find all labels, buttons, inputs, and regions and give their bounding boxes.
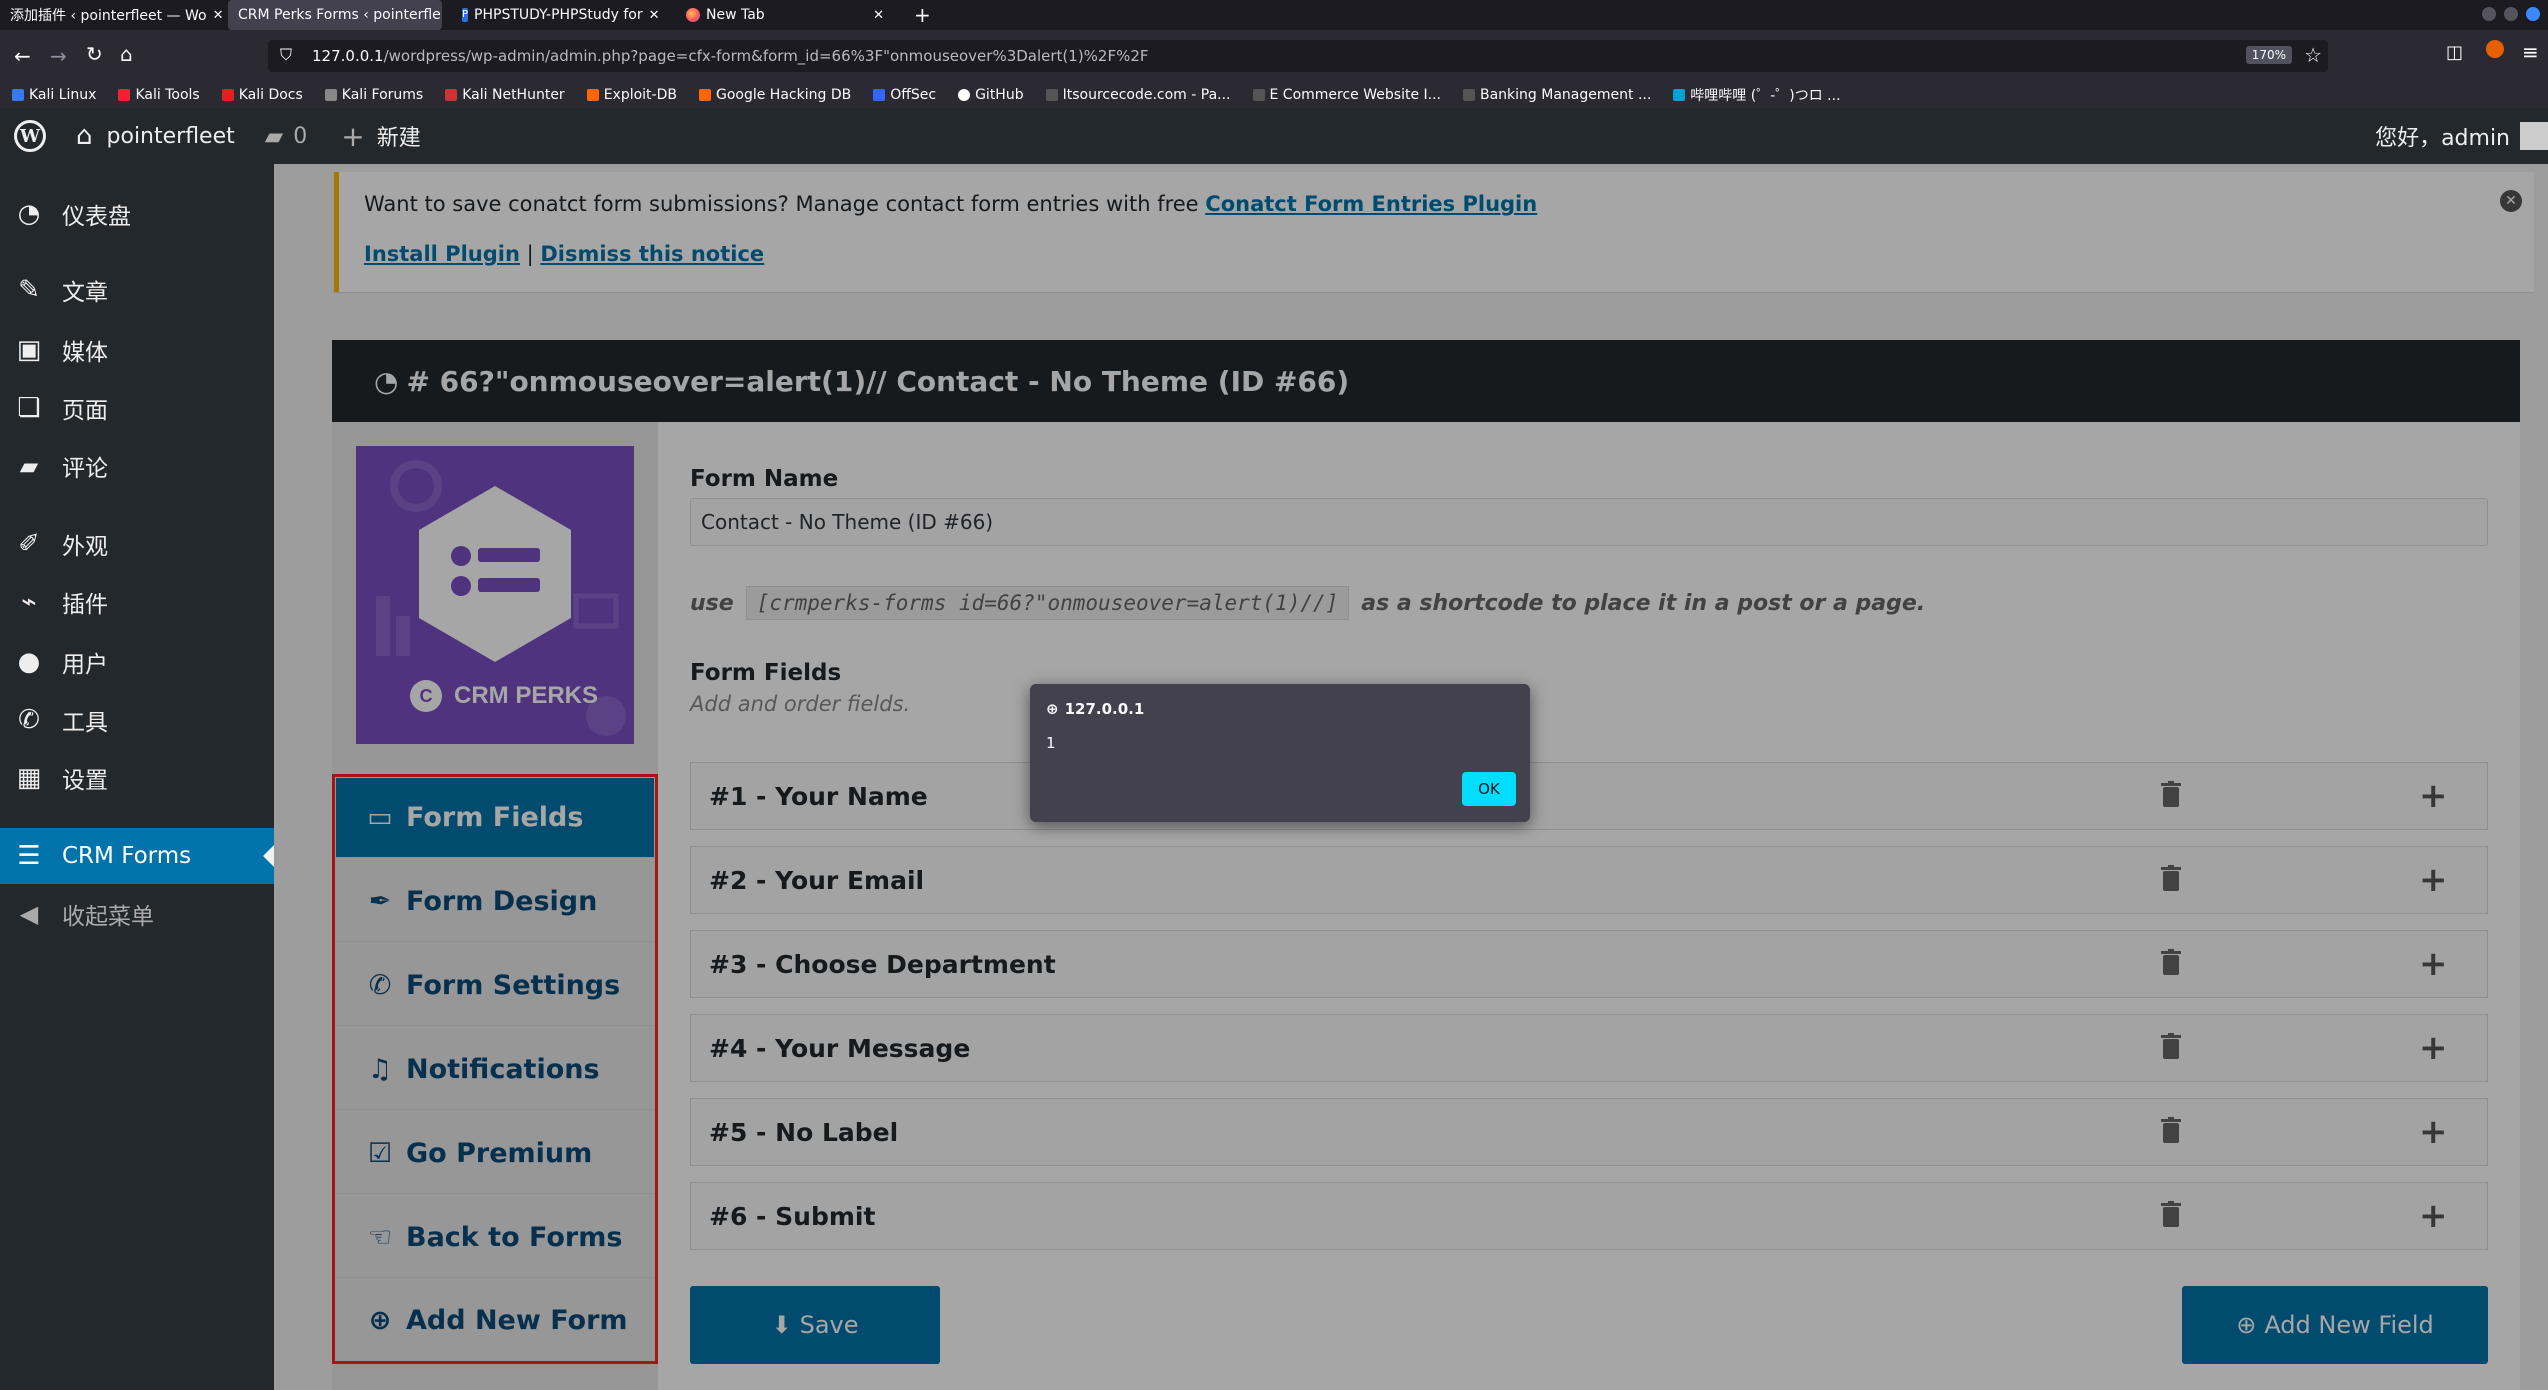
kali-forums-icon: [324, 89, 337, 101]
plus-icon[interactable]: +: [341, 120, 364, 153]
menu-icon[interactable]: ≡: [2522, 40, 2539, 64]
tab-title: New Tab: [706, 7, 765, 23]
sidebar-item-settings[interactable]: ▦ 设置: [0, 750, 274, 806]
exploit-db-icon: [586, 89, 599, 101]
kali-docs-icon: [221, 89, 234, 101]
pin-icon: ✎: [18, 275, 40, 305]
bookmark-item[interactable]: Kali NetHunter: [445, 87, 565, 103]
dashboard-icon: ◔: [17, 199, 41, 229]
close-icon[interactable]: ✕: [441, 8, 442, 23]
site-name[interactable]: pointerfleet: [107, 124, 235, 149]
sidebar-item-tools[interactable]: ✆ 工具: [0, 692, 274, 748]
back-icon[interactable]: ←: [14, 44, 31, 68]
maximize-icon[interactable]: [2504, 7, 2518, 21]
bookmark-item[interactable]: Kali Docs: [221, 87, 303, 103]
url-path: /wordpress/wp-admin/admin.php?page=cfx-f…: [383, 47, 1149, 65]
browser-tab-active[interactable]: CRM Perks Forms ‹ pointerfle ✕: [228, 0, 442, 30]
wrench-icon: ✆: [18, 705, 40, 735]
bookmark-star-icon[interactable]: ☆: [2304, 43, 2322, 67]
nethunter-icon: [445, 89, 458, 101]
window-controls: [2482, 7, 2540, 21]
comment-icon[interactable]: ▰: [265, 122, 283, 150]
sidebar-item-pages[interactable]: ❏ 页面: [0, 380, 274, 436]
sidebar-item-media[interactable]: ▣ 媒体: [0, 322, 274, 378]
pocket-icon[interactable]: ◫: [2446, 42, 2463, 63]
bookmark-item[interactable]: Kali Tools: [118, 87, 200, 103]
browser-tab[interactable]: 添加插件 ‹ pointerfleet — Wo ✕: [0, 0, 226, 30]
sidebar-item-dashboard[interactable]: ◔ 仪表盘: [0, 186, 274, 242]
bookmark-item[interactable]: OffSec: [873, 87, 936, 103]
bookmark-item[interactable]: E Commerce Website I...: [1252, 87, 1441, 103]
alert-message: 1: [1046, 734, 1056, 752]
tab-title: CRM Perks Forms ‹ pointerfle: [238, 7, 441, 23]
kali-icon: [12, 89, 24, 101]
wp-admin-bar: W ⌂ pointerfleet ▰ 0 + 新建 您好，admin: [0, 108, 2548, 164]
shield-icon[interactable]: ⛉: [280, 45, 292, 65]
alert-dialog: ⊕ 127.0.0.1 1 OK: [1030, 684, 1530, 822]
bookmark-item[interactable]: Kali Forums: [324, 87, 423, 103]
offsec-icon: [873, 89, 886, 101]
zoom-indicator[interactable]: 170%: [2245, 46, 2292, 64]
browser-tab-bar: 添加插件 ‹ pointerfleet — Wo ✕ CRM Perks For…: [0, 0, 2548, 30]
ok-button[interactable]: OK: [1462, 772, 1516, 806]
bookmark-item[interactable]: GitHub: [958, 87, 1024, 103]
sidebar-item-users[interactable]: ● 用户: [0, 634, 274, 690]
bookmark-item[interactable]: Itsourcecode.com - Pa...: [1045, 87, 1231, 103]
sidebar-item-collapse[interactable]: ◀ 收起菜单: [0, 886, 274, 942]
wordpress-logo-icon[interactable]: W: [14, 120, 46, 152]
new-tab-button[interactable]: +: [904, 0, 936, 30]
avatar[interactable]: [2520, 122, 2548, 150]
forward-icon[interactable]: →: [50, 44, 67, 68]
sidebar-item-comments[interactable]: ▰ 评论: [0, 438, 274, 494]
media-icon: ▣: [16, 335, 42, 365]
sidebar-item-crm-forms[interactable]: ☰ CRM Forms: [0, 828, 274, 884]
home-icon[interactable]: ⌂: [76, 121, 93, 151]
bookmarks-toolbar: Kali Linux Kali Tools Kali Docs Kali For…: [0, 82, 2548, 108]
url-host: 127.0.0.1: [312, 47, 384, 65]
github-icon: [958, 89, 971, 101]
folder-icon: [1045, 89, 1058, 101]
collapse-icon: ◀: [19, 900, 39, 928]
reload-icon[interactable]: ↻: [86, 42, 103, 66]
tab-title: 添加插件 ‹ pointerfleet — Wo: [10, 8, 207, 24]
sidebar-item-plugins[interactable]: ⌁ 插件: [0, 574, 274, 630]
bookmark-item[interactable]: Exploit-DB: [586, 87, 677, 103]
globe-icon: ⊕: [1046, 700, 1059, 718]
close-icon[interactable]: ✕: [643, 8, 660, 23]
ghdb-icon: [698, 89, 711, 101]
bookmark-item[interactable]: 哔哩哔哩 (゜-゜)つロ ...: [1673, 85, 1841, 105]
alert-origin: ⊕ 127.0.0.1: [1046, 700, 1145, 718]
extension-icon[interactable]: [2486, 40, 2504, 58]
browser-tab[interactable]: P PHPSTUDY-PHPStudy for ✕: [452, 0, 666, 30]
bilibili-icon: [1673, 89, 1686, 101]
comments-count[interactable]: 0: [293, 124, 307, 149]
sidebar-item-posts[interactable]: ✎ 文章: [0, 262, 274, 318]
bookmark-item[interactable]: Kali Linux: [12, 87, 96, 103]
home-icon[interactable]: ⌂: [120, 42, 133, 66]
firefox-icon: [686, 8, 700, 22]
close-icon[interactable]: ✕: [867, 8, 884, 23]
phpstudy-icon: P: [462, 8, 469, 22]
bookmark-item[interactable]: Banking Management ...: [1463, 87, 1651, 103]
url-bar[interactable]: ⛉ 127.0.0.1/wordpress/wp-admin/admin.php…: [268, 40, 2328, 72]
pages-icon: ❏: [17, 393, 41, 423]
folder-icon: [1463, 89, 1475, 101]
tab-title: PHPSTUDY-PHPStudy for: [474, 7, 643, 23]
close-window-icon[interactable]: [2526, 7, 2540, 21]
settings-icon: ▦: [16, 763, 42, 793]
plugin-icon: ⌁: [21, 587, 37, 617]
sidebar-item-appearance[interactable]: ✐ 外观: [0, 516, 274, 572]
folder-icon: [1252, 89, 1265, 101]
greeting[interactable]: 您好，admin: [2375, 120, 2510, 152]
new-content-link[interactable]: 新建: [377, 120, 421, 152]
comment-icon: ▰: [19, 452, 39, 480]
user-icon: ●: [17, 647, 41, 677]
browser-tab[interactable]: New Tab ✕: [676, 0, 894, 30]
brush-icon: ✐: [18, 529, 40, 559]
list-icon: ☰: [17, 841, 41, 871]
kali-tools-icon: [118, 89, 131, 101]
minimize-icon[interactable]: [2482, 7, 2496, 21]
close-icon[interactable]: ✕: [207, 8, 224, 23]
bookmark-item[interactable]: Google Hacking DB: [698, 87, 851, 103]
